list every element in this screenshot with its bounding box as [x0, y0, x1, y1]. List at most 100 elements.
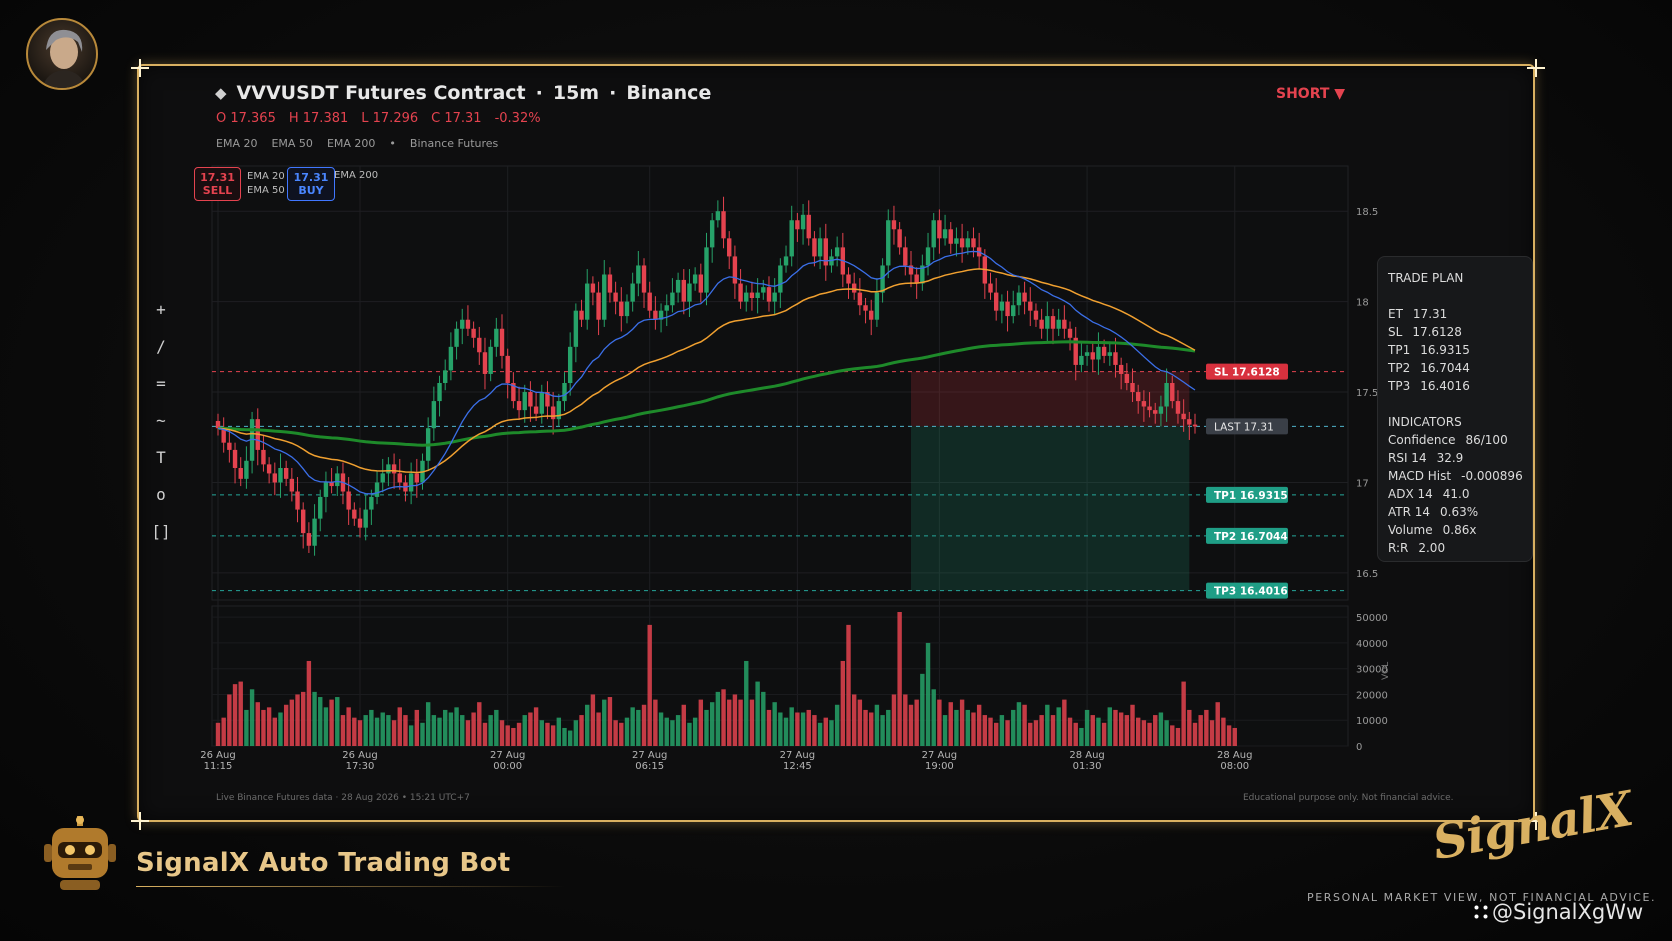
candle-body: [408, 473, 414, 492]
plan-indicator-key: Volume: [1388, 523, 1433, 537]
candle-body: [925, 247, 931, 266]
volume-bar: [1084, 709, 1090, 746]
candle-body: [897, 229, 902, 248]
volume-bar: [567, 730, 573, 746]
sell-button[interactable]: 17.31 SELL: [194, 167, 241, 201]
candle-body: [369, 496, 374, 510]
candle-body: [261, 449, 266, 465]
volume-tick-label: 10000: [1356, 716, 1388, 727]
volume-bar: [1147, 722, 1152, 746]
trade-plan-levels: ET 17.31 SL 17.6128 TP1 16.9315 TP2 16.7044 TP3 1…: [1388, 305, 1522, 395]
candle-body: [295, 491, 300, 510]
candle-body: [533, 406, 539, 414]
candle-body: [227, 442, 232, 450]
plan-indicator-value: 86/100: [1465, 433, 1508, 447]
candle-body: [834, 247, 840, 257]
volume-bar: [982, 715, 988, 746]
trade-plan-panel: TRADE PLAN ET 17.31 SL 17.6128 TP1 16.9315 TP2…: [1377, 256, 1533, 562]
candle-body: [1045, 316, 1050, 329]
social-handle[interactable]: @SignalXgWw: [1472, 900, 1643, 924]
volume-bar: [505, 725, 510, 746]
volume-bar: [1067, 717, 1073, 746]
volume-tick-label: 50000: [1356, 613, 1388, 624]
plan-indicator-row: ATR 14 0.63%: [1388, 503, 1522, 521]
volume-bar: [744, 660, 749, 746]
plan-level-value: 17.31: [1412, 307, 1448, 321]
volume-bar: [1170, 725, 1175, 746]
volume-bar: [903, 694, 908, 746]
buy-button[interactable]: 17.31 BUY: [287, 167, 335, 201]
candle-body: [1028, 301, 1033, 311]
candle-body: [624, 301, 630, 317]
volume-bar: [215, 722, 221, 746]
candle-body: [602, 274, 607, 320]
volume-tick-label: 40000: [1356, 639, 1388, 650]
time-tick-time: 17:30: [346, 761, 375, 772]
candle-body: [550, 406, 556, 420]
trade-plan-indicators: Confidence 86/100 RSI 14 32.9 MACD Hist -0.00…: [1388, 431, 1523, 557]
volume-bar: [891, 694, 897, 746]
candle-body: [761, 287, 766, 293]
candle-body: [1147, 406, 1152, 411]
candle-body: [1039, 319, 1044, 329]
volume-bar: [539, 720, 544, 746]
volume-bar: [482, 722, 488, 746]
time-tick-date: 26 Aug: [342, 750, 377, 761]
volume-bar: [999, 715, 1005, 746]
mini-legend-ema50: EMA 50: [247, 185, 285, 196]
volume-bar: [636, 709, 641, 746]
volume-bar: [664, 717, 669, 746]
last-price-tag-label: LAST 17.31: [1214, 421, 1274, 433]
volume-tick-label: 20000: [1356, 690, 1388, 701]
volume-bar: [255, 702, 260, 746]
mini-legend: EMA 20 EMA 50: [247, 170, 285, 198]
candle-body: [567, 346, 573, 383]
candle-body: [431, 401, 437, 429]
plan-indicator-row: Confidence 86/100: [1388, 431, 1522, 449]
volume-bar: [1062, 699, 1067, 746]
candle-body: [704, 247, 709, 293]
volume-bar: [817, 722, 823, 746]
volume-bar: [477, 702, 482, 746]
candle-body: [755, 292, 760, 299]
candle-body: [522, 392, 527, 411]
volume-bar: [840, 660, 846, 746]
candle-body: [812, 238, 817, 257]
volume-bar: [1153, 715, 1158, 746]
mini-legend-ema20: EMA 20: [247, 171, 285, 182]
volume-bar: [658, 712, 664, 746]
candle-body: [965, 238, 970, 248]
volume-bar: [920, 673, 925, 746]
candle-body: [1141, 401, 1147, 407]
volume-bar: [357, 720, 363, 746]
volume-bar: [516, 722, 522, 746]
volume-bar: [1192, 722, 1198, 746]
volume-bar: [874, 704, 880, 746]
candle-body: [1187, 419, 1192, 425]
candle-body: [448, 346, 454, 371]
candle-body: [851, 283, 857, 293]
candle-body: [1062, 319, 1067, 329]
tp3-tag-label: TP3 16.4016: [1214, 586, 1288, 598]
volume-bar: [494, 709, 499, 746]
volume-bar: [772, 702, 777, 746]
volume-bar: [738, 699, 743, 746]
candle-body: [1130, 383, 1135, 393]
time-tick-date: 28 Aug: [1069, 750, 1104, 761]
volume-bar: [1181, 681, 1186, 746]
volume-bar: [1130, 704, 1135, 746]
candle-body: [857, 292, 863, 306]
volume-bar: [562, 727, 567, 746]
candle-body: [766, 287, 772, 302]
volume-bar: [408, 725, 414, 746]
time-tick-time: 11:15: [204, 761, 233, 772]
volume-bar: [1135, 717, 1141, 746]
candle-body: [692, 274, 698, 284]
candle-body: [306, 533, 312, 546]
candle-body: [232, 449, 238, 468]
candle-body: [579, 310, 584, 320]
candle-body: [749, 292, 755, 299]
volume-bar: [272, 717, 278, 746]
candle-body: [374, 482, 380, 497]
mini-legend-ema200: EMA 200: [334, 170, 379, 181]
